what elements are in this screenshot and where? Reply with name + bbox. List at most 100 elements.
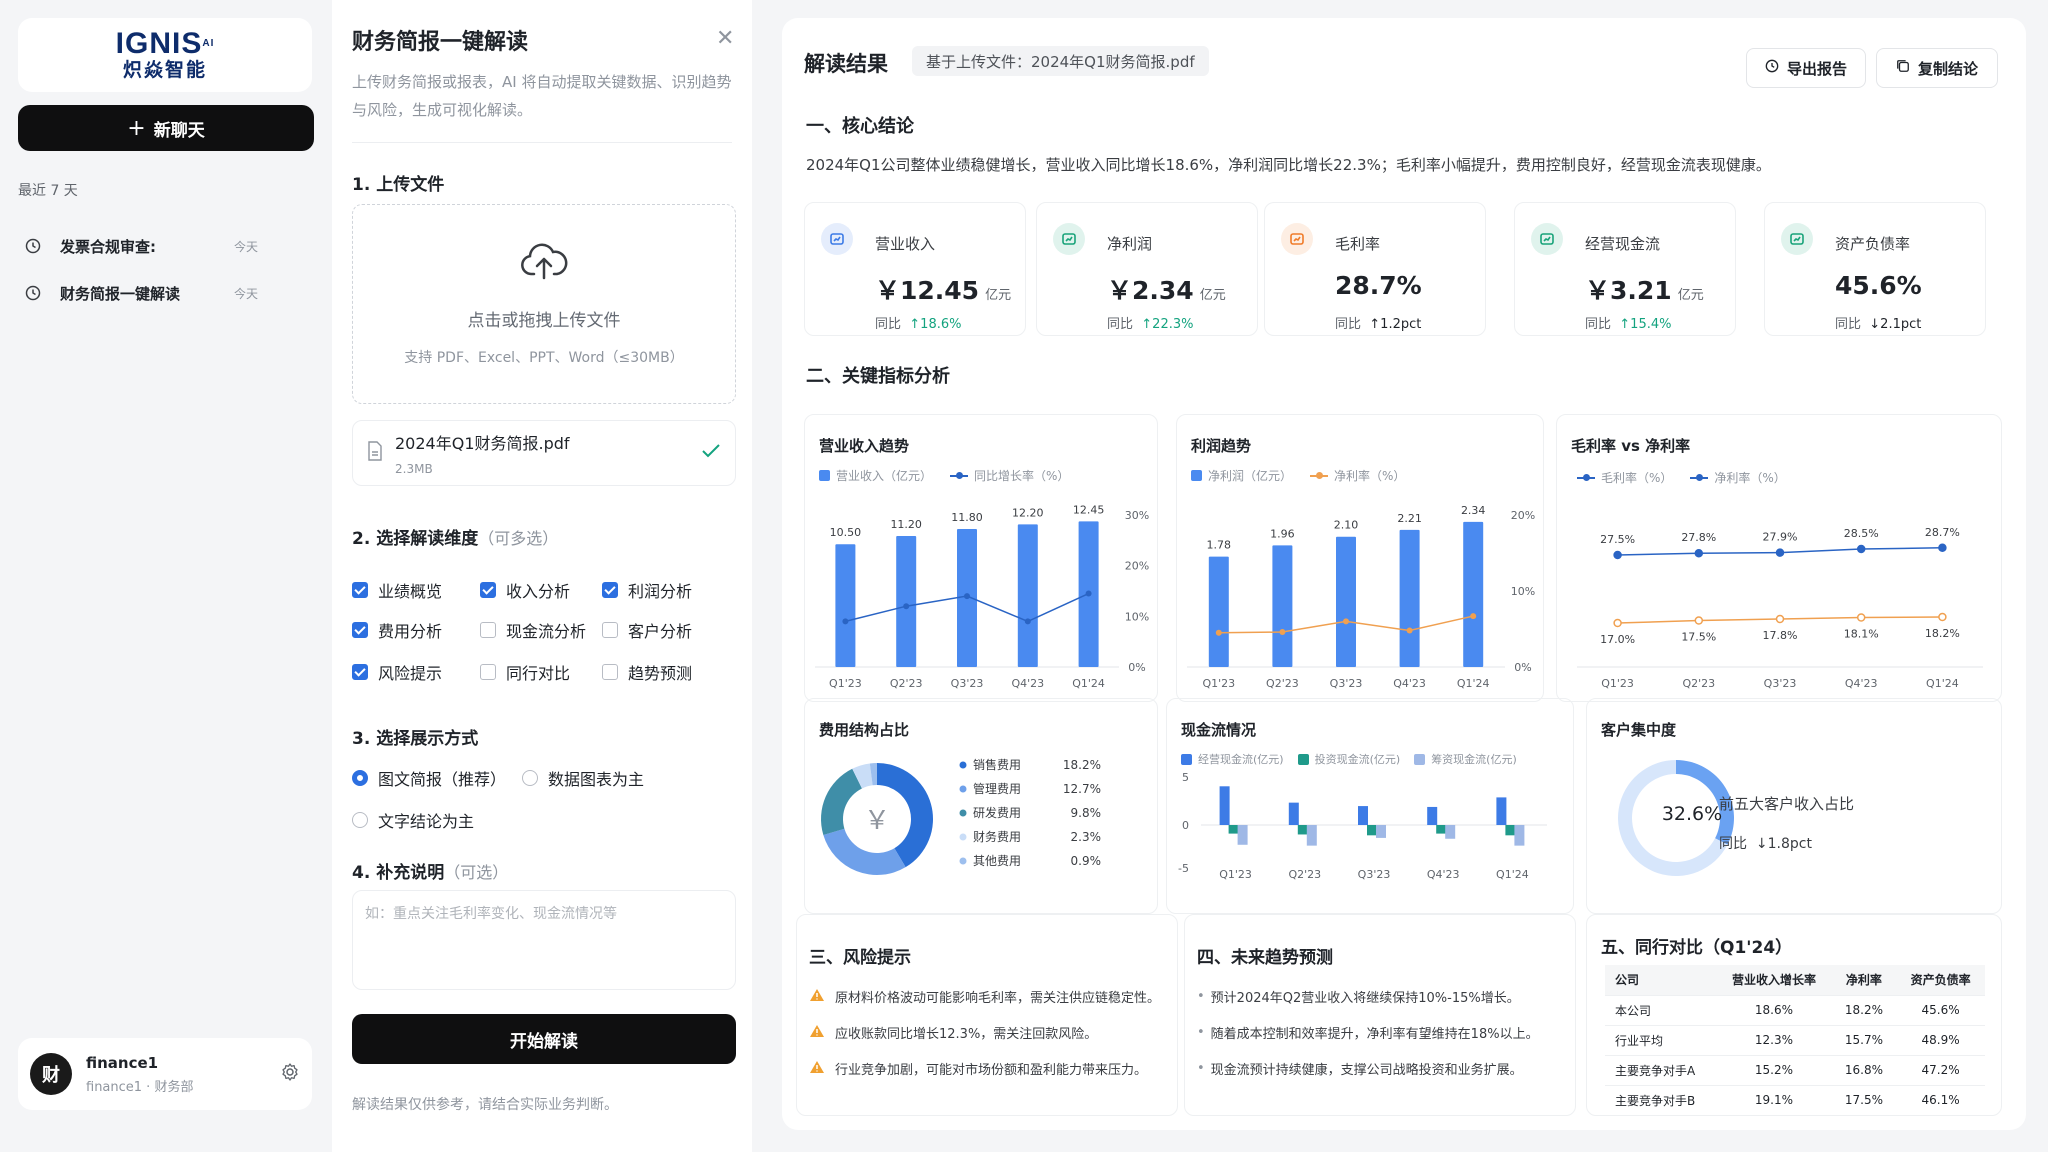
chart-title: 利润趋势 bbox=[1191, 437, 1252, 455]
upload-dropzone[interactable]: 点击或拖拽上传文件 支持 PDF、Excel、PPT、Word（≤30MB） bbox=[352, 204, 736, 404]
checkbox-checked bbox=[602, 582, 618, 598]
line-point bbox=[1343, 618, 1349, 625]
user-profile[interactable]: 财 finance1 finance1 · 财务部 bbox=[18, 1038, 312, 1110]
dimension-label: 现金流分析 bbox=[506, 622, 587, 641]
mode-option[interactable]: 图文简报（推荐） bbox=[352, 766, 506, 790]
dimension-option[interactable]: 现金流分析 bbox=[480, 618, 610, 642]
legend-swatch bbox=[1297, 753, 1309, 765]
expense-chart: ￥ 销售费用 18.2% 管理费用 12.7% 研发费用 9.8% 财务费用 2.3% 其他费用 0… bbox=[821, 757, 1101, 875]
checkbox bbox=[480, 664, 496, 680]
copy-button[interactable]: 复制结论 bbox=[1876, 48, 1998, 88]
warning-icon bbox=[809, 1060, 825, 1078]
y-tick-label: 0% bbox=[1128, 661, 1145, 674]
table-cell: 15.7% bbox=[1831, 1024, 1897, 1055]
trend-item: • 预计2024年Q2营业收入将继续保持10%-15%增长。 bbox=[1197, 987, 1520, 1006]
line-point bbox=[1694, 548, 1704, 558]
line-point bbox=[1406, 627, 1413, 634]
table-header-cell: 营业收入增长率 bbox=[1716, 965, 1832, 995]
legend-swatch bbox=[1414, 753, 1426, 765]
legend-swatch bbox=[1191, 470, 1202, 481]
legend-swatch bbox=[1310, 471, 1329, 479]
bar bbox=[1505, 825, 1516, 836]
kpi-delta: ↓2.1pct bbox=[1869, 317, 1922, 332]
legend-label: 财务费用 bbox=[973, 829, 1021, 844]
slice-label: 12.7% bbox=[1063, 782, 1101, 796]
mode-option[interactable]: 数据图表为主 bbox=[522, 766, 644, 790]
plus-icon: + bbox=[127, 115, 146, 141]
step2-heading: 2. 选择解读维度（可多选） bbox=[352, 524, 558, 549]
step4-title: 4. 补充说明 bbox=[352, 863, 445, 883]
margin-chart-panel: 毛利率 vs 净利率 毛利率（%） 净利率（%） 27.5% 27.8% 27.9%… bbox=[1556, 414, 2002, 702]
uploaded-file[interactable]: 2024年Q1财务简报.pdf 2.3MB bbox=[352, 420, 736, 486]
legend-swatch bbox=[1577, 473, 1595, 481]
table-cell: 18.2% bbox=[1831, 994, 1897, 1025]
dimension-option[interactable]: 利润分析 bbox=[602, 578, 732, 602]
user-department: finance1 · 财务部 bbox=[86, 1079, 194, 1095]
x-tick-label: Q2'23 bbox=[1288, 868, 1321, 881]
legend-label: 净利率（%） bbox=[1714, 471, 1786, 485]
y-tick-label: 0 bbox=[1182, 819, 1189, 832]
step3-heading: 3. 选择展示方式 bbox=[352, 729, 479, 749]
step4-optional: （可选） bbox=[444, 863, 509, 882]
peer-panel: 五、同行对比（Q1'24） 公司 营业收入增长率 净利率 资产负债率 本公司 18.6%… bbox=[1586, 914, 2002, 1116]
customer-delta: ↓1.8pct bbox=[1755, 836, 1812, 852]
legend-label: 毛利率（%） bbox=[1601, 471, 1673, 485]
dimension-option[interactable]: 风险提示 bbox=[352, 660, 482, 684]
table-cell: 本公司 bbox=[1605, 994, 1717, 1025]
x-tick-label: Q2'23 bbox=[1682, 677, 1715, 690]
legend-label: 管理费用 bbox=[973, 781, 1021, 796]
bar bbox=[1358, 806, 1368, 825]
bar bbox=[1427, 806, 1438, 825]
checkbox-checked bbox=[352, 664, 368, 680]
kpi-compare-label: 同比 bbox=[1335, 317, 1362, 332]
dimension-option[interactable]: 趋势预测 bbox=[602, 660, 732, 684]
history-item[interactable]: 财务简报一键解读 今天 bbox=[18, 275, 314, 311]
dimension-option[interactable]: 费用分析 bbox=[352, 618, 482, 642]
revenue-chart: 10.50 Q1'23 11.20 Q2'23 11.80 Q3'23 12.20 Q4'23… bbox=[815, 503, 1149, 690]
start-button[interactable]: 开始解读 bbox=[352, 1014, 736, 1064]
table-cell: 45.6% bbox=[1896, 994, 1985, 1025]
note-textarea[interactable]: 如：重点关注毛利率变化、现金流情况等 bbox=[352, 890, 736, 990]
dropzone-label: 点击或拖拽上传文件 bbox=[467, 310, 621, 331]
kpi-value: ￥3.21 bbox=[1585, 276, 1672, 305]
bar-label: 10.50 bbox=[830, 526, 862, 539]
clock-icon bbox=[18, 238, 48, 254]
point-label: 28.7% bbox=[1925, 526, 1960, 539]
gear-icon[interactable] bbox=[280, 1062, 300, 1086]
dimension-option[interactable]: 业绩概览 bbox=[352, 578, 482, 602]
x-tick-label: Q1'23 bbox=[829, 677, 862, 690]
close-icon[interactable]: ✕ bbox=[716, 26, 734, 51]
history-item[interactable]: 发票合规审查: 今天 bbox=[18, 228, 314, 264]
chart-title: 客户集中度 bbox=[1601, 721, 1677, 739]
point-label: 18.2% bbox=[1925, 627, 1960, 640]
line-point bbox=[1938, 612, 1947, 622]
legend-label: 经营现金流(亿元) bbox=[1198, 753, 1284, 766]
y-tick-label: 10% bbox=[1511, 585, 1535, 598]
mode-option[interactable]: 文字结论为主 bbox=[352, 808, 474, 832]
bar bbox=[1297, 825, 1308, 835]
chart-title: 费用结构占比 bbox=[819, 721, 910, 739]
kpi-label: 毛利率 bbox=[1335, 235, 1381, 253]
history-title: 发票合规审查: bbox=[60, 237, 156, 256]
point-label: 27.9% bbox=[1763, 531, 1798, 544]
export-button[interactable]: 导出报告 bbox=[1746, 48, 1866, 88]
bar bbox=[1399, 529, 1420, 667]
legend-label: 营业收入（亿元） bbox=[836, 469, 933, 483]
kpi-icon bbox=[1781, 223, 1813, 255]
dimension-option[interactable]: 同行对比 bbox=[480, 660, 610, 684]
new-chat-button[interactable]: + 新聊天 bbox=[18, 105, 314, 151]
dimension-option[interactable]: 客户分析 bbox=[602, 618, 732, 642]
dimension-option[interactable]: 收入分析 bbox=[480, 578, 610, 602]
chart-title: 毛利率 vs 净利率 bbox=[1571, 437, 1691, 455]
dimension-label: 收入分析 bbox=[506, 582, 571, 601]
point-label: 27.8% bbox=[1681, 531, 1716, 544]
sidebar: IGNISAI 炽焱智能 + 新聊天 最近 7 天 发票合规审查: 今天 财务简… bbox=[0, 0, 330, 1152]
x-tick-label: Q1'23 bbox=[1219, 868, 1252, 881]
kpi-icon bbox=[1531, 223, 1563, 255]
kpi-label: 净利润 bbox=[1107, 235, 1153, 253]
y-tick-label: 20% bbox=[1125, 560, 1149, 573]
section-heading: 五、同行对比（Q1'24） bbox=[1601, 938, 1793, 958]
point-label: 17.0% bbox=[1600, 633, 1635, 646]
legend-label: 投资现金流(亿元) bbox=[1314, 753, 1401, 766]
risk-text: 应收账款同比增长12.3%，需关注回款风险。 bbox=[835, 1027, 1098, 1042]
